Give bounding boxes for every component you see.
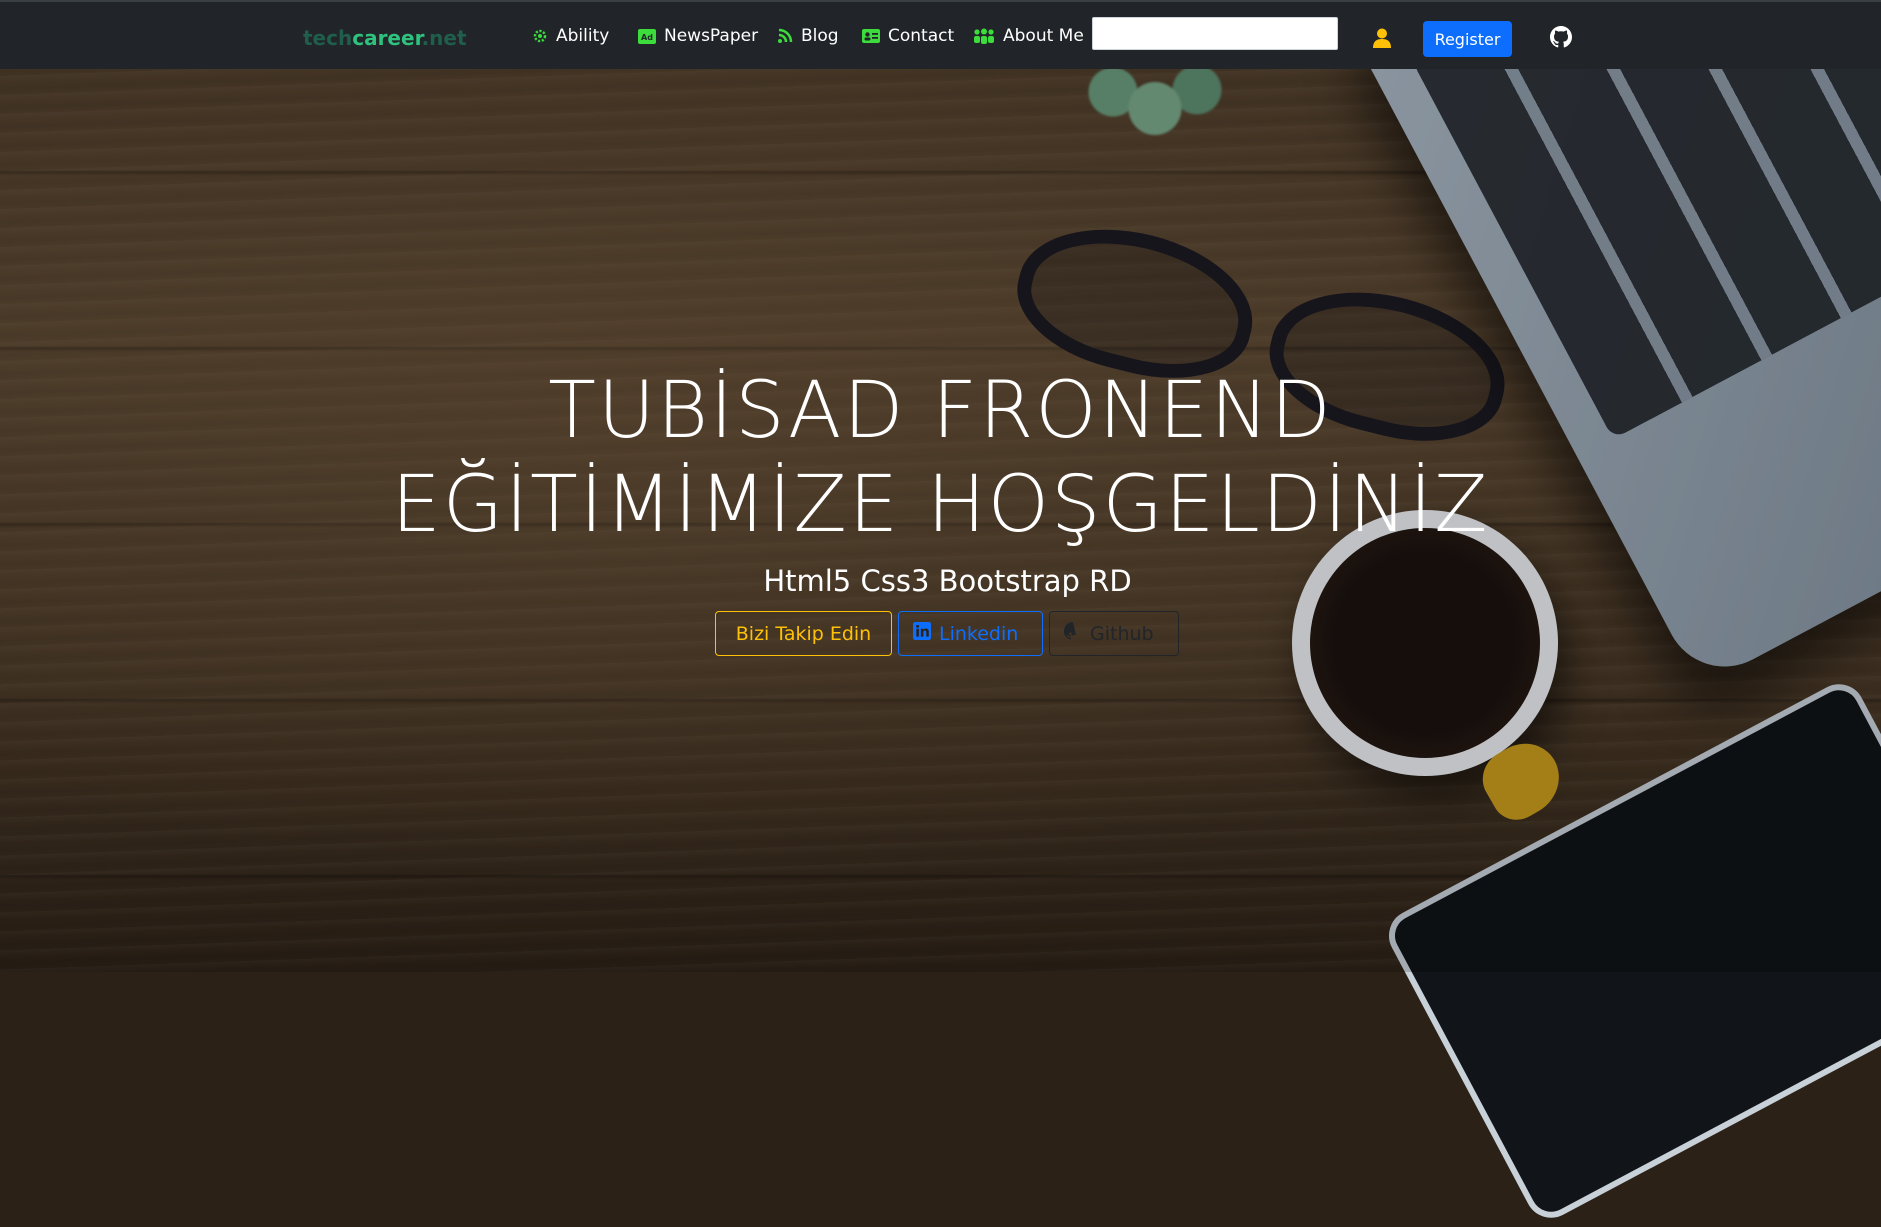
nav-item-ability[interactable]: Ability xyxy=(532,26,609,46)
follow-button[interactable]: Bizi Takip Edin xyxy=(715,611,892,656)
blog-icon xyxy=(777,28,793,44)
search-input[interactable] xyxy=(1092,17,1338,50)
ad-icon: Ad xyxy=(638,28,656,44)
gear-icon xyxy=(532,28,548,44)
nav-item-contact[interactable]: Contact xyxy=(862,26,954,46)
svg-text:Ad: Ad xyxy=(641,33,653,42)
github-icon xyxy=(1062,622,1082,645)
nav-item-about-me[interactable]: About Me xyxy=(973,26,1084,46)
github-icon[interactable] xyxy=(1550,26,1572,48)
brand-logo[interactable]: techcareer.net xyxy=(303,26,467,50)
contact-card-icon xyxy=(862,29,880,43)
register-button[interactable]: Register xyxy=(1423,21,1512,57)
navbar: techcareer.net Ability Ad NewsPaper Blog… xyxy=(0,0,1881,69)
hero-button-group: Bizi Takip Edin Linkedin Github xyxy=(715,611,1179,656)
nav-item-blog[interactable]: Blog xyxy=(777,26,839,46)
nav-item-newspaper[interactable]: Ad NewsPaper xyxy=(638,26,758,46)
github-button[interactable]: Github xyxy=(1049,611,1179,656)
user-icon[interactable] xyxy=(1373,28,1391,48)
hero-title-line-2: EĞİTİMİMİZE HOŞGELDİNİZ xyxy=(391,460,1490,550)
linkedin-icon xyxy=(913,622,931,645)
linkedin-button[interactable]: Linkedin xyxy=(898,611,1043,656)
hero-title-line-1: TUBİSAD FRONEND xyxy=(548,366,1333,456)
hero-title: TUBİSAD FRONEND EĞİTİMİMİZE HOŞGELDİNİZ xyxy=(0,364,1881,552)
users-icon xyxy=(973,28,995,44)
hero-subtitle: Html5 Css3 Bootstrap RD xyxy=(763,564,1132,598)
